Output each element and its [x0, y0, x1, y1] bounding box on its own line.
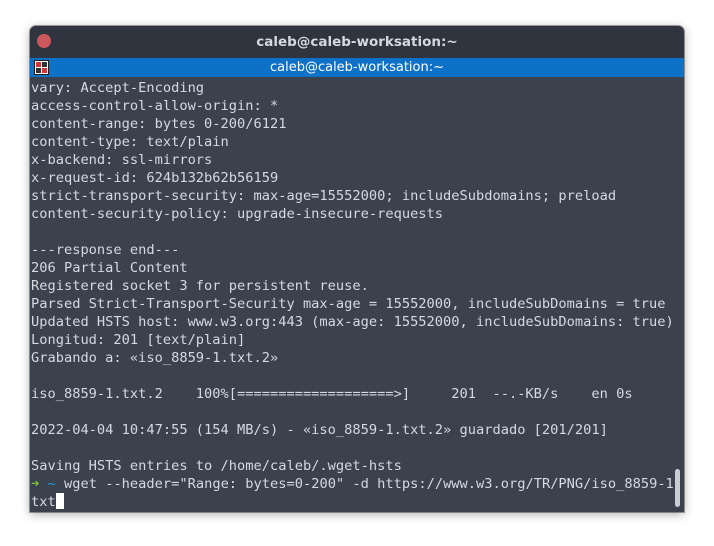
tab-bar[interactable]: caleb@caleb-worksation:~	[30, 58, 684, 77]
output-line: access-control-allow-origin: *	[31, 98, 279, 114]
output-line: x-backend: ssl-mirrors	[31, 152, 213, 168]
output-line: x-request-id: 624b132b62b56159	[31, 170, 279, 186]
tab-title[interactable]: caleb@caleb-worksation:~	[30, 58, 684, 77]
command-text: wget --header="Range: bytes=0-200" -d ht…	[64, 476, 683, 492]
prompt-arrow-icon: ➜	[31, 476, 40, 492]
output-line: Longitud: 201 [text/plain]	[31, 332, 246, 348]
output-line: Grabando a: «iso_8859-1.txt.2»	[31, 350, 279, 366]
command-wrap-text: txt	[31, 494, 56, 510]
output-line: content-security-policy: upgrade-insecur…	[31, 206, 444, 222]
prompt-line: ➜ ~ wget --header="Range: bytes=0-200" -…	[31, 475, 682, 493]
output-line: 2022-04-04 10:47:55 (154 MB/s) - «iso_88…	[31, 422, 608, 438]
command-wrap-line: txt	[31, 493, 64, 511]
titlebar[interactable]: caleb@caleb-worksation:~	[30, 26, 684, 58]
output-line: Saving HSTS entries to /home/caleb/.wget…	[31, 458, 402, 474]
output-line: ---response end---	[31, 242, 180, 258]
output-line: Updated HSTS host: www.w3.org:443 (max-a…	[31, 314, 674, 330]
prompt-directory: ~	[47, 476, 56, 492]
scrollbar[interactable]	[675, 469, 680, 507]
output-line: iso_8859-1.txt.2 100%[==================…	[31, 386, 633, 402]
output-line: content-range: bytes 0-200/6121	[31, 116, 287, 132]
output-line: Parsed Strict-Transport-Security max-age…	[31, 296, 666, 312]
terminal-output[interactable]: vary: Accept-Encoding access-control-allo…	[30, 78, 684, 512]
output-line: strict-transport-security: max-age=15552…	[31, 188, 617, 204]
window-title: caleb@caleb-worksation:~	[256, 34, 458, 50]
output-line: content-type: text/plain	[31, 134, 229, 150]
output-line: Registered socket 3 for persistent reuse…	[31, 278, 369, 294]
output-line: 206 Partial Content	[31, 260, 188, 276]
terminal-window: caleb@caleb-worksation:~ caleb@caleb-wor…	[30, 26, 684, 512]
text-cursor	[55, 493, 64, 509]
output-line: vary: Accept-Encoding	[31, 80, 205, 96]
